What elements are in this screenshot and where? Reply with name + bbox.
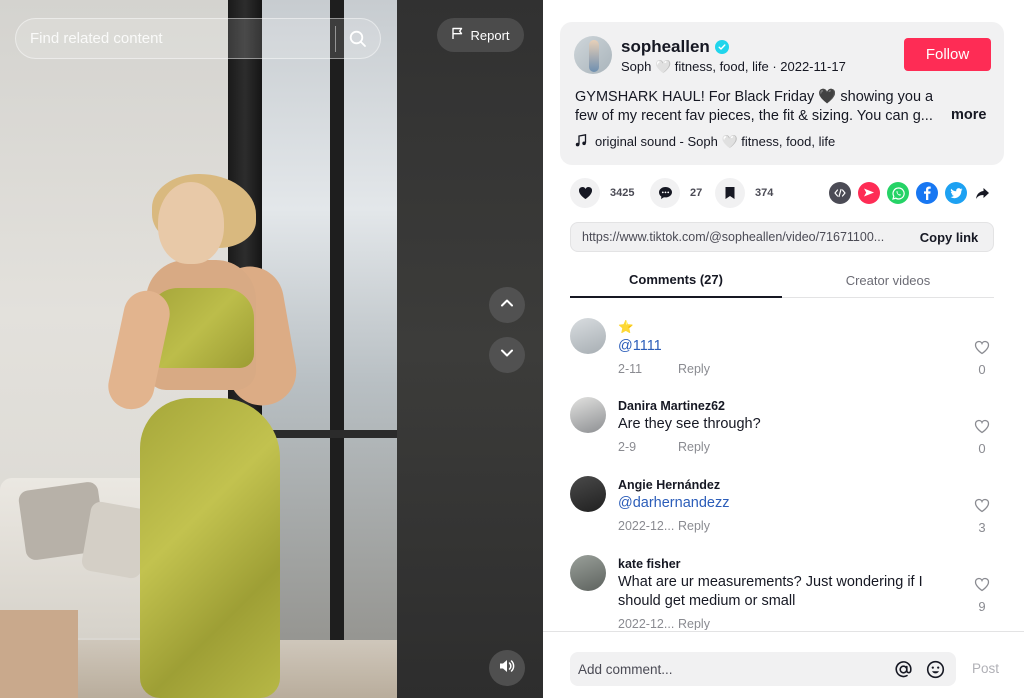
comment-composer: Post	[543, 631, 1024, 698]
comment-text: What are ur measurements? Just wondering…	[618, 574, 923, 609]
comment-input-box[interactable]	[570, 652, 956, 686]
subject-head	[158, 182, 224, 264]
video-subject	[104, 170, 310, 698]
previous-video-button[interactable]	[489, 287, 525, 323]
comment-like-button[interactable]: 0	[970, 340, 994, 377]
send-icon[interactable]	[858, 182, 880, 204]
comment-date: 2-11	[618, 362, 643, 376]
comment-reply-button[interactable]: Reply	[678, 617, 710, 630]
mention-icon[interactable]	[892, 658, 914, 680]
chevron-down-icon	[499, 345, 515, 366]
comment-date: 2022-12...	[618, 617, 675, 630]
author-subline: Soph 🤍 fitness, food, life · 2022-11-17	[621, 59, 846, 74]
related-search-bar[interactable]	[15, 18, 381, 59]
author-username-row[interactable]: sopheallen	[621, 37, 729, 57]
heart-icon	[570, 178, 600, 208]
report-button[interactable]: Report	[437, 18, 524, 52]
video-link-box: https://www.tiktok.com/@sopheallen/video…	[570, 222, 994, 252]
search-icon[interactable]	[336, 19, 380, 58]
tab-comments[interactable]: Comments (27)	[570, 262, 782, 298]
embed-icon[interactable]	[829, 182, 851, 204]
comment-list[interactable]: ⭐ @1111 2-11 Reply 0 Danira Martinez62 A…	[570, 310, 1000, 630]
commenter-avatar[interactable]	[570, 318, 606, 354]
video-frame[interactable]	[0, 0, 397, 698]
commenter-avatar[interactable]	[570, 555, 606, 591]
caption-more-button[interactable]: more	[951, 107, 986, 123]
save-button[interactable]: 374	[715, 178, 773, 208]
comment-reply-button[interactable]: Reply	[678, 440, 710, 454]
sound-name: original sound - Soph 🤍 fitness, food, l…	[595, 134, 836, 149]
avatar-figure	[589, 40, 599, 72]
volume-icon	[498, 657, 516, 680]
engagement-bar: 3425 27 374	[570, 178, 1000, 208]
comment-item: ⭐ @1111 2-11 Reply 0	[570, 318, 1000, 388]
comment-date: 2022-12...	[618, 519, 675, 533]
comment-reply-button[interactable]: Reply	[678, 519, 710, 533]
comment-date: 2-9	[618, 440, 637, 454]
related-search-input[interactable]	[16, 19, 335, 58]
comment-item: Angie Hernández @darhernandezz 2022-12..…	[570, 476, 1000, 546]
facebook-icon[interactable]	[916, 182, 938, 204]
comment-item: Danira Martinez62 Are they see through? …	[570, 397, 1000, 467]
chevron-up-icon	[499, 295, 515, 316]
comment-bubble-icon	[650, 178, 680, 208]
post-comment-button[interactable]: Post	[972, 661, 999, 676]
share-arrow-icon[interactable]	[971, 182, 993, 204]
scene-side-table	[0, 610, 78, 698]
heart-outline-icon	[974, 340, 990, 360]
commenter-avatar[interactable]	[570, 476, 606, 512]
commenter-avatar[interactable]	[570, 397, 606, 433]
heart-outline-icon	[974, 419, 990, 439]
comment-count: 27	[690, 187, 703, 199]
like-count: 3425	[610, 187, 635, 199]
panel-tabs: Comments (27) Creator videos	[570, 262, 994, 298]
comment-like-count: 3	[978, 520, 986, 535]
like-button[interactable]: 3425	[570, 178, 634, 208]
author-username[interactable]: sopheallen	[621, 37, 710, 57]
sound-link[interactable]: original sound - Soph 🤍 fitness, food, l…	[575, 134, 835, 150]
emoji-icon[interactable]	[924, 658, 946, 680]
bookmark-icon	[715, 178, 745, 208]
post-info-card: sopheallen Soph 🤍 fitness, food, life · …	[560, 22, 1004, 165]
follow-button[interactable]: Follow	[904, 38, 991, 71]
tab-creator-videos[interactable]: Creator videos	[782, 262, 994, 298]
comment-like-button[interactable]: 9	[970, 577, 994, 614]
commenter-name[interactable]: kate fisher	[618, 557, 681, 571]
commenter-name[interactable]: Angie Hernández	[618, 478, 720, 492]
heart-outline-icon	[974, 577, 990, 597]
video-link-url[interactable]: https://www.tiktok.com/@sopheallen/video…	[571, 230, 905, 244]
comment-text: Are they see through?	[618, 416, 761, 432]
subject-leggings	[140, 398, 280, 698]
comment-text[interactable]: @1111	[618, 337, 948, 356]
comment-item: kate fisher What are ur measurements? Ju…	[570, 555, 1000, 630]
comment-text[interactable]: @darhernandezz	[618, 494, 948, 513]
whatsapp-icon[interactable]	[887, 182, 909, 204]
comment-like-count: 9	[978, 599, 986, 614]
commenter-name[interactable]: ⭐	[618, 320, 634, 335]
comment-button[interactable]: 27	[650, 178, 702, 208]
music-note-icon	[575, 134, 587, 150]
comment-like-button[interactable]: 3	[970, 498, 994, 535]
verified-badge-icon	[714, 40, 729, 54]
next-video-button[interactable]	[489, 337, 525, 373]
details-panel: sopheallen Soph 🤍 fitness, food, life · …	[543, 0, 1024, 698]
comment-like-count: 0	[978, 441, 986, 456]
flag-icon	[451, 27, 464, 43]
comment-reply-button[interactable]: Reply	[678, 362, 710, 376]
save-count: 374	[755, 187, 774, 199]
comment-like-count: 0	[978, 362, 986, 377]
copy-link-button[interactable]: Copy link	[905, 230, 993, 245]
twitter-icon[interactable]	[945, 182, 967, 204]
volume-button[interactable]	[489, 650, 525, 686]
heart-outline-icon	[974, 498, 990, 518]
author-avatar[interactable]	[574, 36, 612, 74]
scene-window-bar	[330, 0, 344, 698]
video-player[interactable]: Report	[0, 0, 543, 698]
post-caption: GYMSHARK HAUL! For Black Friday 🖤 showin…	[575, 89, 934, 124]
comment-like-button[interactable]: 0	[970, 419, 994, 456]
report-label: Report	[470, 27, 510, 43]
comment-input[interactable]	[570, 652, 892, 686]
commenter-name[interactable]: Danira Martinez62	[618, 399, 725, 413]
